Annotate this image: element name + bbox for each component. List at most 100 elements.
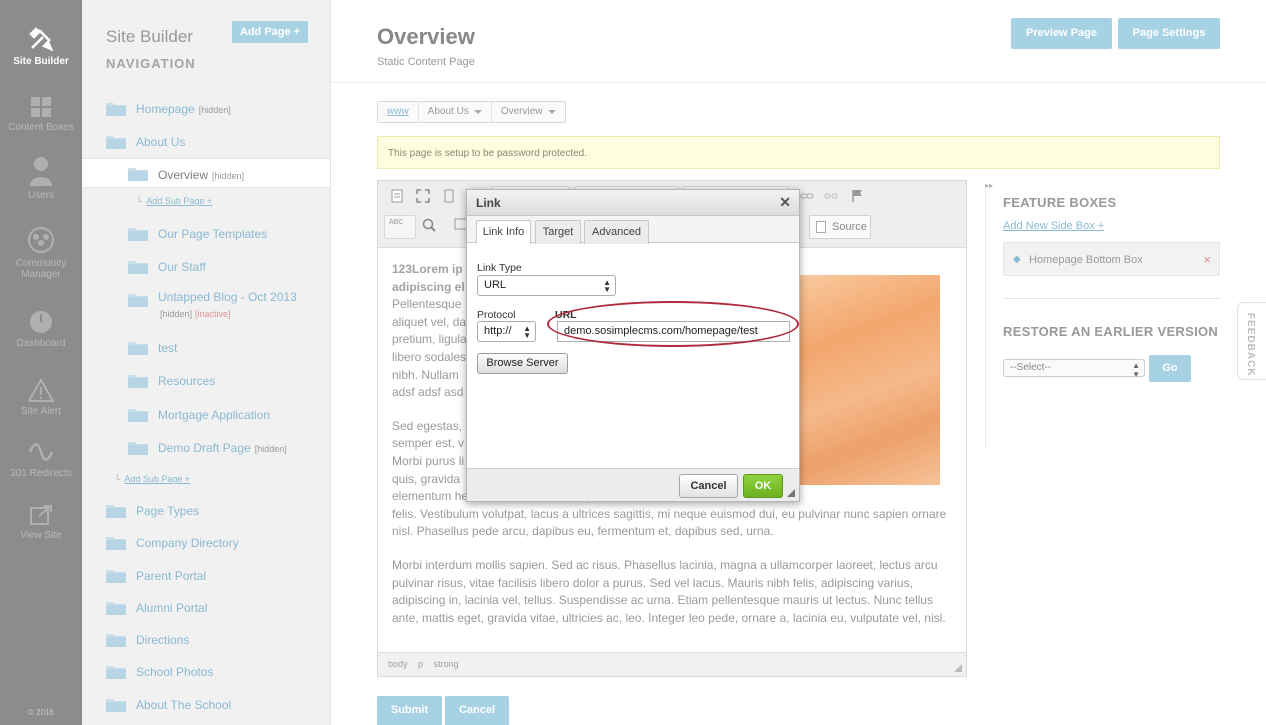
- status-path-strong[interactable]: strong: [434, 659, 459, 669]
- add-sub-page-link[interactable]: └ Add Sub Page +: [136, 196, 212, 206]
- nav-item-label: About Us: [136, 135, 189, 149]
- spellcheck-icon[interactable]: ABC: [384, 215, 416, 239]
- breadcrumb-label: About Us: [427, 106, 469, 117]
- nav-item-text: About The School: [136, 698, 232, 712]
- corner-arrow-icon: └: [136, 196, 143, 206]
- breadcrumb-about-us[interactable]: About Us: [419, 102, 492, 122]
- cancel-page-button[interactable]: Cancel: [445, 696, 509, 725]
- protocol-select[interactable]: http:// ▲ ▼: [477, 321, 536, 342]
- tab-advanced[interactable]: Advanced: [584, 220, 649, 244]
- add-sub-page-link[interactable]: └ Add Sub Page +: [114, 474, 190, 484]
- add-page-button[interactable]: Add Page +: [232, 21, 308, 43]
- p2-tail: felis. Vestibulum volutpat, lacus a ultr…: [392, 506, 947, 539]
- rail-label: View Site: [20, 530, 62, 541]
- status-path-body[interactable]: body: [388, 659, 408, 669]
- rail-item-redirects[interactable]: 301 Redirects: [0, 440, 82, 479]
- nav-item[interactable]: Company Directory: [82, 532, 330, 554]
- go-button[interactable]: Go: [1149, 355, 1191, 382]
- nav-item-label: Directions: [136, 633, 193, 647]
- select-arrows-icon: ▲ ▼: [1132, 361, 1140, 379]
- rail-item-content-boxes[interactable]: Content Boxes: [0, 96, 82, 133]
- unlink-icon[interactable]: [820, 189, 842, 209]
- dialog-header[interactable]: Link ✕: [467, 190, 799, 216]
- maximize-icon[interactable]: [412, 189, 434, 209]
- nav-item[interactable]: test: [82, 337, 330, 359]
- submit-button[interactable]: Submit: [377, 696, 442, 725]
- document-icon[interactable]: [386, 189, 408, 209]
- nav-item-text: Overview: [158, 168, 209, 182]
- nav-item[interactable]: Parent Portal: [82, 565, 330, 587]
- nav-item[interactable]: Alumni Portal: [82, 597, 330, 619]
- feedback-tab[interactable]: FEEDBACK: [1237, 302, 1266, 380]
- status-path-p[interactable]: p: [418, 659, 423, 669]
- search-icon[interactable]: [418, 218, 440, 238]
- collapse-arrow-icon[interactable]: ▸▸: [985, 181, 993, 190]
- dialog-tabs: Link Info Target Advanced: [467, 216, 799, 244]
- nav-item[interactable]: Demo Draft Page [hidden]: [82, 437, 330, 459]
- hidden-tag: [hidden]: [160, 309, 193, 319]
- close-icon[interactable]: ✕: [779, 194, 791, 211]
- folder-icon: [128, 294, 148, 307]
- tools-icon: [29, 27, 54, 52]
- alert-icon: [28, 378, 54, 402]
- preview-page-button[interactable]: Preview Page: [1011, 18, 1112, 49]
- nav-item-label: About The School: [136, 698, 235, 712]
- show-blocks-icon[interactable]: [438, 189, 460, 209]
- nav-item[interactable]: Directions: [82, 629, 330, 651]
- rail-label: Content Boxes: [8, 122, 74, 133]
- rail-item-users[interactable]: Users: [0, 156, 82, 201]
- resize-grip-icon[interactable]: [954, 664, 962, 672]
- p2-line: Sed egestas,: [392, 418, 463, 433]
- link-type-value: URL: [484, 279, 507, 291]
- breadcrumb-www[interactable]: www: [378, 102, 419, 122]
- source-label: Source: [832, 221, 867, 233]
- breadcrumb: www About Us Overview: [377, 101, 566, 123]
- url-input[interactable]: demo.sosimplecms.com/homepage/test: [557, 321, 790, 342]
- nav-item[interactable]: Resources: [82, 370, 330, 392]
- nav-item-label: Untapped Blog - Oct 2013 [hidden] [inactiv…: [158, 289, 297, 322]
- nav-item[interactable]: Our Page Templates: [82, 223, 330, 245]
- nav-item[interactable]: Page Types: [82, 500, 330, 522]
- restore-version-select[interactable]: --Select-- ▲ ▼: [1003, 359, 1145, 379]
- nav-item-label: Parent Portal: [136, 569, 210, 583]
- rail-item-community-manager[interactable]: Community Manager: [0, 226, 82, 280]
- rail-item-view-site[interactable]: View Site: [0, 504, 82, 541]
- tab-target[interactable]: Target: [535, 220, 581, 244]
- right-divider: [985, 190, 986, 448]
- dialog-ok-button[interactable]: OK: [743, 474, 783, 498]
- add-sub-page-label: Add Sub Page +: [146, 196, 213, 206]
- p1-line: libero sodales: [392, 349, 467, 364]
- close-icon[interactable]: ×: [1203, 243, 1211, 277]
- corner-arrow-icon: └: [114, 474, 121, 484]
- content-image[interactable]: [798, 275, 940, 485]
- dialog-cancel-button[interactable]: Cancel: [679, 474, 738, 498]
- nav-item[interactable]: About The School: [82, 694, 330, 716]
- flag-icon[interactable]: [846, 189, 868, 209]
- folder-icon: [128, 442, 148, 455]
- add-side-box-link[interactable]: Add New Side Box +: [1003, 220, 1104, 232]
- side-box-item[interactable]: ◆ Homepage Bottom Box ×: [1003, 242, 1220, 276]
- rail-item-site-alert[interactable]: Site Alert: [0, 378, 82, 417]
- page-settings-button[interactable]: Page Settings: [1118, 18, 1220, 49]
- tab-link-info[interactable]: Link Info: [476, 220, 531, 244]
- rail-item-dashboard[interactable]: Dashboard: [0, 310, 82, 349]
- nav-item[interactable]: Overview [hidden]: [82, 158, 330, 188]
- p2-line: Morbi purus li: [392, 453, 465, 468]
- nav-item[interactable]: Homepage [hidden]: [82, 98, 330, 120]
- breadcrumb-overview[interactable]: Overview: [492, 102, 565, 122]
- nav-item[interactable]: Mortgage Application: [82, 404, 330, 426]
- folder-icon: [106, 699, 126, 712]
- nav-item[interactable]: School Photos: [82, 661, 330, 683]
- nav-item[interactable]: Untapped Blog - Oct 2013 [hidden] [inactiv…: [82, 289, 330, 319]
- drag-handle-icon[interactable]: ◆: [1013, 243, 1021, 277]
- source-button[interactable]: Source: [809, 215, 871, 239]
- nav-subtitle: NAVIGATION: [106, 56, 196, 71]
- link-type-select[interactable]: URL ▲ ▼: [477, 275, 616, 296]
- rail-item-site-builder[interactable]: Site Builder: [0, 26, 82, 67]
- resize-grip-icon[interactable]: [787, 489, 795, 497]
- nav-item[interactable]: Our Staff: [82, 256, 330, 278]
- nav-item-text: Resources: [158, 374, 216, 388]
- dialog-title: Link: [476, 196, 501, 210]
- nav-item[interactable]: About Us: [82, 131, 330, 153]
- browse-server-button[interactable]: Browse Server: [477, 353, 568, 374]
